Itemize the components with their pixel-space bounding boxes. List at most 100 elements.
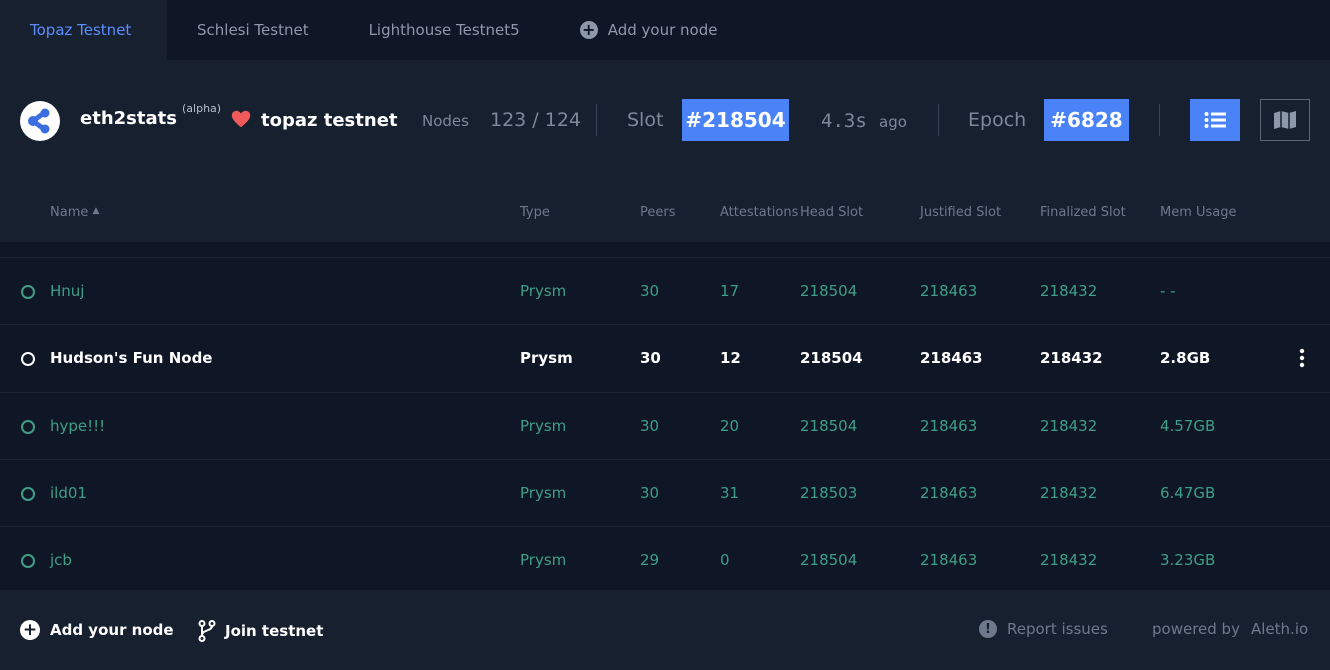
column-header-justified-slot[interactable]: Justified Slot: [920, 205, 1001, 220]
node-mem-usage: 2.8GB: [1160, 349, 1211, 367]
slot-label: Slot: [627, 109, 664, 131]
nodes-count: 123 / 124: [490, 109, 582, 131]
node-finalized-slot: 218432: [1040, 484, 1098, 502]
epoch-badge: #6828: [1044, 99, 1129, 141]
join-testnet-link[interactable]: Join testnet: [198, 620, 323, 642]
node-finalized-slot: 218432: [1040, 417, 1098, 435]
network-name: topaz testnet: [261, 110, 398, 131]
column-header-head-slot[interactable]: Head Slot: [800, 205, 863, 220]
brand-name[interactable]: eth2stats: [80, 108, 177, 129]
node-type: Prysm: [520, 551, 567, 569]
node-justified-slot: 218463: [920, 484, 978, 502]
node-name: Hudson's Fun Node: [50, 349, 213, 367]
sort-ascending-icon: ▲: [92, 206, 100, 216]
node-justified-slot: 218463: [920, 417, 978, 435]
tab-lighthouse-testnet5[interactable]: Lighthouse Testnet5: [339, 0, 550, 60]
node-attestations: 31: [720, 484, 740, 502]
kebab-menu-icon[interactable]: [1296, 347, 1308, 369]
column-header-name[interactable]: Name ▲: [50, 205, 99, 220]
node-status-icon: [21, 487, 35, 501]
column-header-attestations[interactable]: Attestations: [720, 205, 798, 220]
tab-schlesi-testnet[interactable]: Schlesi Testnet: [167, 0, 339, 60]
eth2stats-logo-icon[interactable]: [20, 101, 60, 141]
column-header-mem-usage[interactable]: Mem Usage: [1160, 205, 1237, 220]
node-head-slot: 218504: [800, 349, 863, 367]
node-type: Prysm: [520, 282, 567, 300]
node-finalized-slot: 218432: [1040, 282, 1098, 300]
node-finalized-slot: 218432: [1040, 349, 1103, 367]
node-attestations: 0: [720, 551, 730, 569]
epoch-label: Epoch: [968, 109, 1027, 131]
report-issues-link[interactable]: ! Report issues: [979, 620, 1108, 638]
list-view-button[interactable]: [1190, 99, 1240, 141]
node-name: ild01: [50, 484, 87, 502]
node-peers: 30: [640, 484, 660, 502]
header-divider: [1159, 104, 1160, 136]
map-icon: [1274, 111, 1296, 129]
node-justified-slot: 218463: [920, 282, 978, 300]
table-row[interactable]: jcb Prysm 29 0 218504 218463 218432 3.23…: [0, 526, 1330, 593]
map-view-button[interactable]: [1260, 99, 1310, 141]
node-name: Hnuj: [50, 282, 85, 300]
node-peers: 30: [640, 349, 661, 367]
ago-label: ago: [879, 113, 907, 131]
aleth-io-label: Aleth.io: [1251, 620, 1309, 638]
tab-label: Add your node: [607, 21, 718, 39]
node-type: Prysm: [520, 349, 573, 367]
node-attestations: 20: [720, 417, 740, 435]
column-header-type[interactable]: Type: [520, 205, 550, 220]
tab-add-your-node[interactable]: + Add your node: [550, 0, 748, 60]
network-tabs: Topaz Testnet Schlesi Testnet Lighthouse…: [0, 0, 1330, 60]
header-divider: [938, 104, 939, 136]
node-name: jcb: [50, 551, 72, 569]
column-header-finalized-slot[interactable]: Finalized Slot: [1040, 205, 1126, 220]
node-status-icon: [21, 420, 35, 434]
column-header-peers[interactable]: Peers: [640, 205, 676, 220]
list-icon: [1204, 112, 1226, 128]
slot-time-ago: 4.3s: [821, 110, 867, 132]
join-testnet-label: Join testnet: [225, 622, 324, 640]
node-peers: 30: [640, 417, 660, 435]
tab-topaz-testnet[interactable]: Topaz Testnet: [0, 0, 167, 60]
node-head-slot: 218504: [800, 551, 858, 569]
node-table-body: Hnuj Prysm 30 17 218504 218463 218432 - …: [0, 242, 1330, 590]
node-attestations: 12: [720, 349, 741, 367]
header-divider: [596, 104, 597, 136]
node-peers: 29: [640, 551, 660, 569]
node-mem-usage: 6.47GB: [1160, 484, 1216, 502]
node-head-slot: 218504: [800, 417, 858, 435]
table-row[interactable]: Hnuj Prysm 30 17 218504 218463 218432 - …: [0, 257, 1330, 324]
table-row[interactable]: ild01 Prysm 30 31 218503 218463 218432 6…: [0, 459, 1330, 526]
node-attestations: 17: [720, 282, 740, 300]
add-your-node-label: Add your node: [50, 621, 174, 639]
slot-badge: #218504: [682, 99, 789, 141]
node-type: Prysm: [520, 417, 567, 435]
exclamation-circle-icon: !: [979, 620, 997, 638]
tab-label: Topaz Testnet: [30, 21, 132, 39]
table-row[interactable]: Hudson's Fun Node Prysm 30 12 218504 218…: [0, 324, 1330, 391]
alpha-badge: (alpha): [182, 102, 222, 115]
heart-icon: [230, 108, 252, 130]
plus-circle-icon: +: [20, 620, 40, 640]
node-head-slot: 218504: [800, 282, 858, 300]
node-mem-usage: - -: [1160, 282, 1176, 300]
nodes-label: Nodes: [422, 112, 469, 130]
add-your-node-link[interactable]: + Add your node: [20, 620, 174, 640]
node-finalized-slot: 218432: [1040, 551, 1098, 569]
node-name: hype!!!: [50, 417, 106, 435]
node-peers: 30: [640, 282, 660, 300]
node-status-icon: [21, 554, 35, 568]
node-justified-slot: 218463: [920, 349, 983, 367]
plus-circle-icon: +: [579, 21, 598, 39]
node-mem-usage: 3.23GB: [1160, 551, 1216, 569]
powered-by-label: powered by: [1152, 620, 1240, 638]
powered-by: powered by: [1152, 620, 1240, 638]
node-status-icon: [21, 285, 35, 299]
node-head-slot: 218503: [800, 484, 858, 502]
aleth-io-link[interactable]: Aleth.io: [1251, 620, 1308, 638]
node-status-icon: [21, 352, 35, 366]
report-issues-label: Report issues: [1007, 620, 1108, 638]
node-justified-slot: 218463: [920, 551, 978, 569]
node-mem-usage: 4.57GB: [1160, 417, 1216, 435]
table-row[interactable]: hype!!! Prysm 30 20 218504 218463 218432…: [0, 392, 1330, 459]
